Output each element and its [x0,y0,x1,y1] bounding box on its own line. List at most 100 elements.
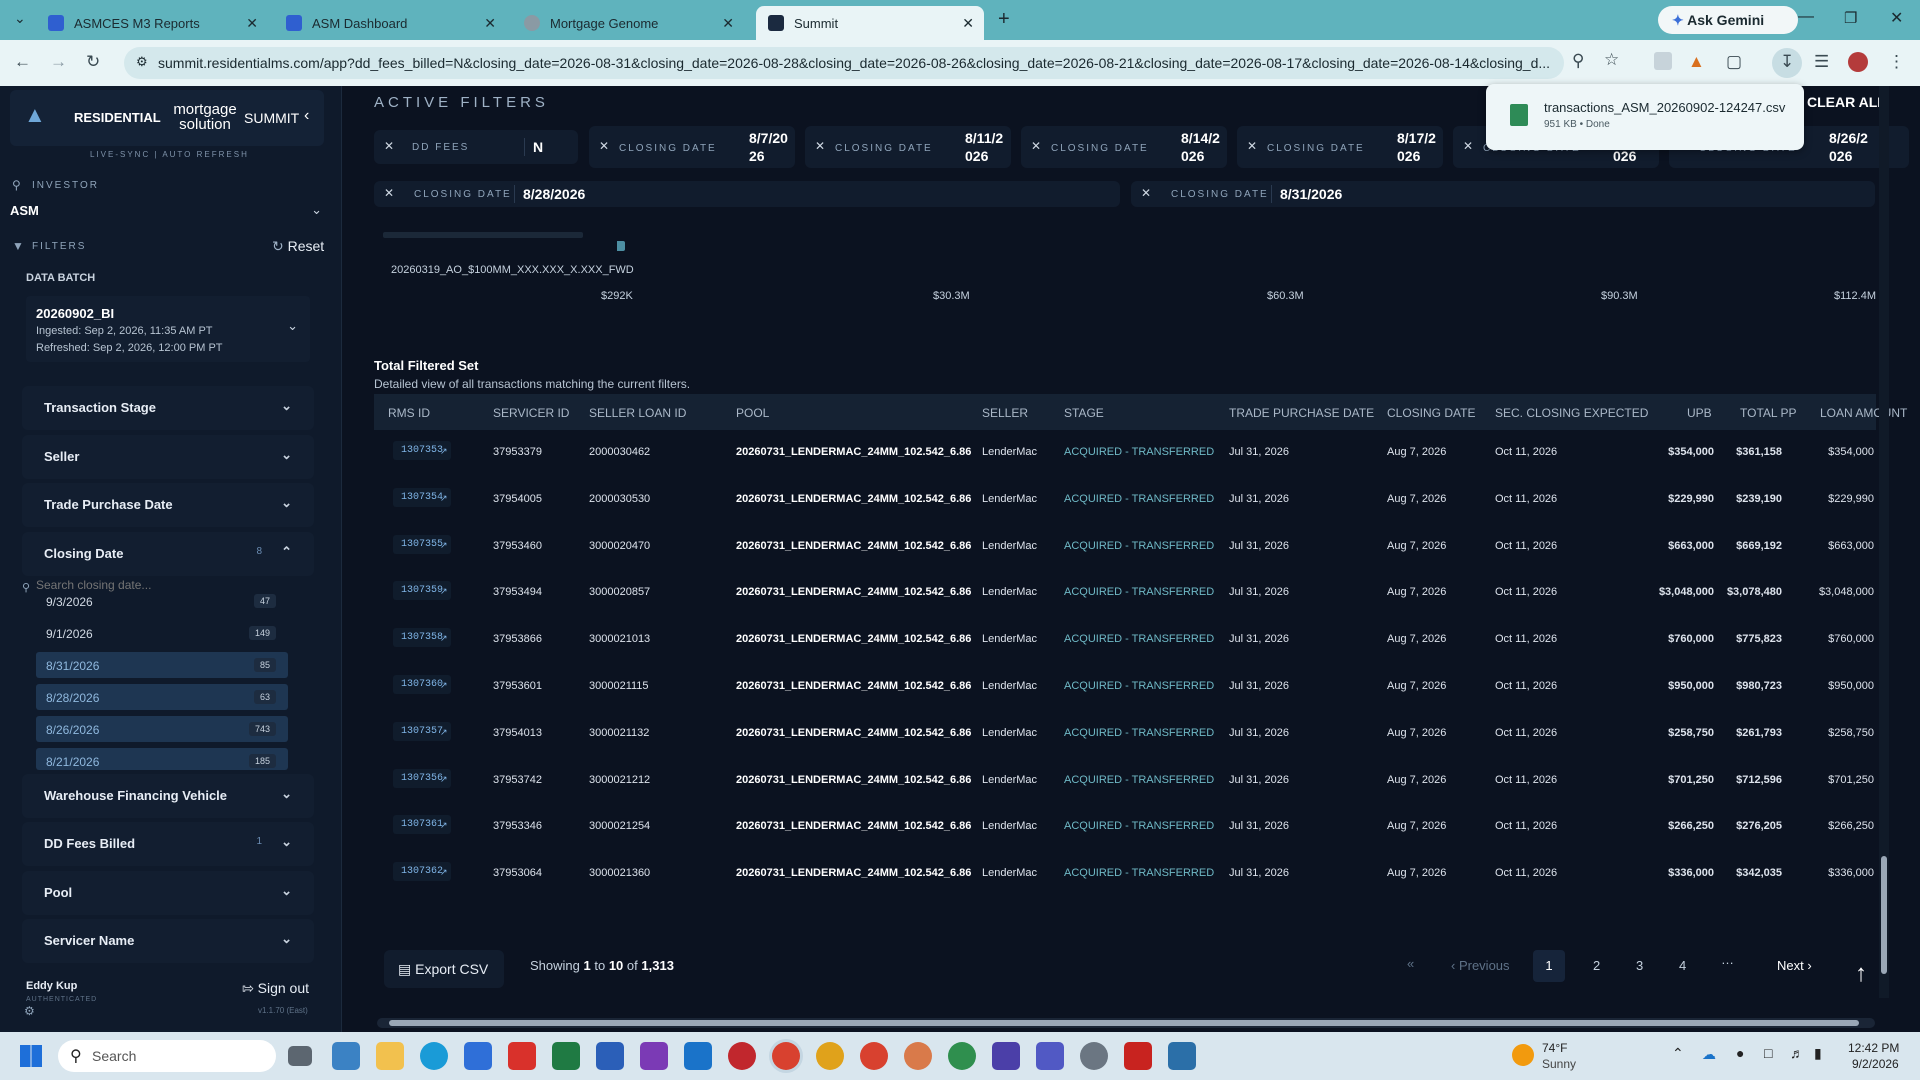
closing-date-option[interactable]: 8/21/2026 185 [36,748,288,770]
col-header-stage[interactable]: STAGE [1064,406,1104,420]
horizontal-scrollbar-thumb[interactable] [389,1020,1859,1026]
back-icon[interactable]: ← [14,52,31,72]
filter-dd-fees-billed[interactable]: DD Fees Billed 1 ⌄ [22,822,314,866]
table-row[interactable]: 1307355 ↗ 37953460 3000020470 20260731_LENDE… [374,523,1876,569]
remove-filter-icon[interactable]: ✕ [1247,139,1257,153]
table-row[interactable]: 1307359 ↗ 37953494 3000020857 20260731_LENDE… [374,569,1876,615]
display-icon[interactable]: □ [1764,1045,1772,1061]
clear-all-button[interactable]: CLEAR ALL [1807,94,1886,110]
edge-browser-icon[interactable] [420,1042,448,1070]
external-link-icon[interactable]: ↗ [440,586,448,597]
col-header-seller[interactable]: SELLER [982,406,1028,420]
close-window-icon[interactable]: ✕ [1890,8,1903,28]
minimize-icon[interactable]: — [1798,8,1814,26]
metamask-extension-icon[interactable]: ▲ [1688,52,1705,72]
filter-chip-closing-date[interactable]: ✕ CLOSING DATE 8/11/2 026 [805,126,1011,168]
table-row[interactable]: 1307358 ↗ 37953866 3000021013 20260731_LENDE… [374,616,1876,662]
copilot-app-icon[interactable] [332,1042,360,1070]
page-3-button[interactable]: 3 [1636,958,1643,973]
table-row[interactable]: 1307356 ↗ 37953742 3000021212 20260731_LENDE… [374,757,1876,803]
remove-filter-icon[interactable]: ✕ [384,186,394,200]
table-row[interactable]: 1307362 ↗ 37953064 3000021360 20260731_LENDE… [374,850,1876,896]
ask-gemini-button[interactable]: ✦ Ask Gemini [1658,6,1798,34]
word-icon[interactable] [596,1042,624,1070]
tab-asmces-reports[interactable]: ASMCES M3 Reports ✕ [36,6,268,40]
clock-time[interactable]: 12:42 PM [1848,1041,1899,1055]
close-tab-icon[interactable]: ✕ [484,15,496,32]
page-4-button[interactable]: 4 [1679,958,1686,973]
app-icon[interactable] [1168,1042,1196,1070]
browser-menu-icon[interactable]: ⋮ [1888,52,1905,72]
col-header-closing-date[interactable]: CLOSING DATE [1387,406,1475,420]
col-header-upb[interactable]: UPB [1687,406,1712,420]
col-header-trade-purchase-date[interactable]: TRADE PURCHASE DATE [1229,406,1374,420]
windows-start-icon[interactable] [20,1045,42,1067]
site-info-icon[interactable]: ⚙ [136,54,148,70]
tab-mortgage-genome[interactable]: Mortgage Genome ✕ [512,6,744,40]
store-icon[interactable] [464,1042,492,1070]
table-row[interactable]: 1307361 ↗ 37953346 3000021254 20260731_LENDE… [374,803,1876,849]
remove-filter-icon[interactable]: ✕ [1031,139,1041,153]
microphone-icon[interactable]: ● [1736,1045,1744,1061]
filter-closing-date[interactable]: Closing Date 8 ⌃ [22,532,314,576]
export-csv-button[interactable]: ▤ Export CSV [384,950,504,988]
remove-filter-icon[interactable]: ✕ [384,139,394,153]
investor-select[interactable]: ASM ⌄ [10,202,328,224]
external-link-icon[interactable]: ↗ [440,820,448,831]
filter-warehouse-financing-vehicle[interactable]: Warehouse Financing Vehicle ⌄ [22,774,314,818]
col-header-pool[interactable]: POOL [736,406,769,420]
external-link-icon[interactable]: ↗ [440,774,448,785]
col-header-servicer-id[interactable]: SERVICER ID [493,406,569,420]
closing-date-option[interactable]: 8/28/2026 63 [36,684,288,710]
reload-icon[interactable]: ↻ [86,52,100,72]
close-tab-icon[interactable]: ✕ [962,15,974,32]
col-header-total-pp[interactable]: TOTAL PP [1740,406,1796,420]
first-page-icon[interactable]: « [1407,956,1414,971]
taskbar-search[interactable]: ⚲ Search [58,1040,276,1072]
chrome-profile-icon[interactable] [860,1042,888,1070]
chrome-icon[interactable] [772,1042,800,1070]
closing-date-option[interactable]: 8/31/2026 85 [36,652,288,678]
closing-date-option[interactable]: 9/3/2026 47 [36,588,288,614]
address-bar[interactable]: ⚙ summit.residentialms.com/app?dd_fees_b… [124,47,1564,79]
clock-date[interactable]: 9/2/2026 [1852,1057,1899,1071]
filter-trade-purchase-date[interactable]: Trade Purchase Date ⌄ [22,483,314,527]
download-popup[interactable]: transactions_ASM_20260902-124247.csv 951… [1486,84,1804,150]
restore-icon[interactable]: ❐ [1844,9,1857,27]
close-tab-icon[interactable]: ✕ [246,15,258,32]
vertical-scrollbar-thumb[interactable] [1881,856,1887,974]
tab-summit[interactable]: Summit ✕ [756,6,984,40]
data-batch-select[interactable]: 20260902_BI Ingested: Sep 2, 2026, 11:35… [26,296,310,362]
page-2-button[interactable]: 2 [1593,958,1600,973]
next-page-button[interactable]: Next › [1777,958,1812,973]
settings-icon[interactable] [1080,1042,1108,1070]
app-icon[interactable] [992,1042,1020,1070]
table-row[interactable]: 1307354 ↗ 37954005 2000030530 20260731_LENDE… [374,476,1876,522]
show-hidden-icons[interactable]: ⌃ [1672,1045,1684,1062]
remove-filter-icon[interactable]: ✕ [815,139,825,153]
close-tab-icon[interactable]: ✕ [722,15,734,32]
filter-seller[interactable]: Seller ⌄ [22,435,314,479]
filter-transaction-stage[interactable]: Transaction Stage ⌄ [22,386,314,430]
teams-icon[interactable] [1036,1042,1064,1070]
page-1-button[interactable]: 1 [1533,950,1565,982]
external-link-icon[interactable]: ↗ [440,540,448,551]
bookmark-star-icon[interactable]: ☆ [1604,50,1619,70]
tab-asm-dashboard[interactable]: ASM Dashboard ✕ [274,6,506,40]
onedrive-icon[interactable]: ☁ [1702,1046,1716,1063]
remove-filter-icon[interactable]: ✕ [599,139,609,153]
settings-gear-icon[interactable]: ⚙ [24,1004,35,1018]
filter-chip-closing-date[interactable]: ✕ CLOSING DATE 8/14/2 026 [1021,126,1227,168]
filter-servicer-name[interactable]: Servicer Name ⌄ [22,919,314,963]
filter-chip-closing-date[interactable]: ✕ CLOSING DATE 8/17/2 026 [1237,126,1443,168]
claude-icon[interactable] [904,1042,932,1070]
scroll-to-top-button[interactable]: ↑ [1847,962,1875,990]
outlook-icon[interactable] [684,1042,712,1070]
external-link-icon[interactable]: ↗ [440,446,448,457]
filter-chip-closing-date[interactable]: ✕ CLOSING DATE 8/7/20 26 [589,126,795,168]
table-row[interactable]: 1307357 ↗ 37954013 3000021132 20260731_LENDE… [374,710,1876,756]
new-tab-icon[interactable]: + [998,8,1010,31]
horizontal-scrollbar[interactable] [377,1018,1875,1028]
external-link-icon[interactable]: ↗ [440,680,448,691]
app-l-icon[interactable] [508,1042,536,1070]
